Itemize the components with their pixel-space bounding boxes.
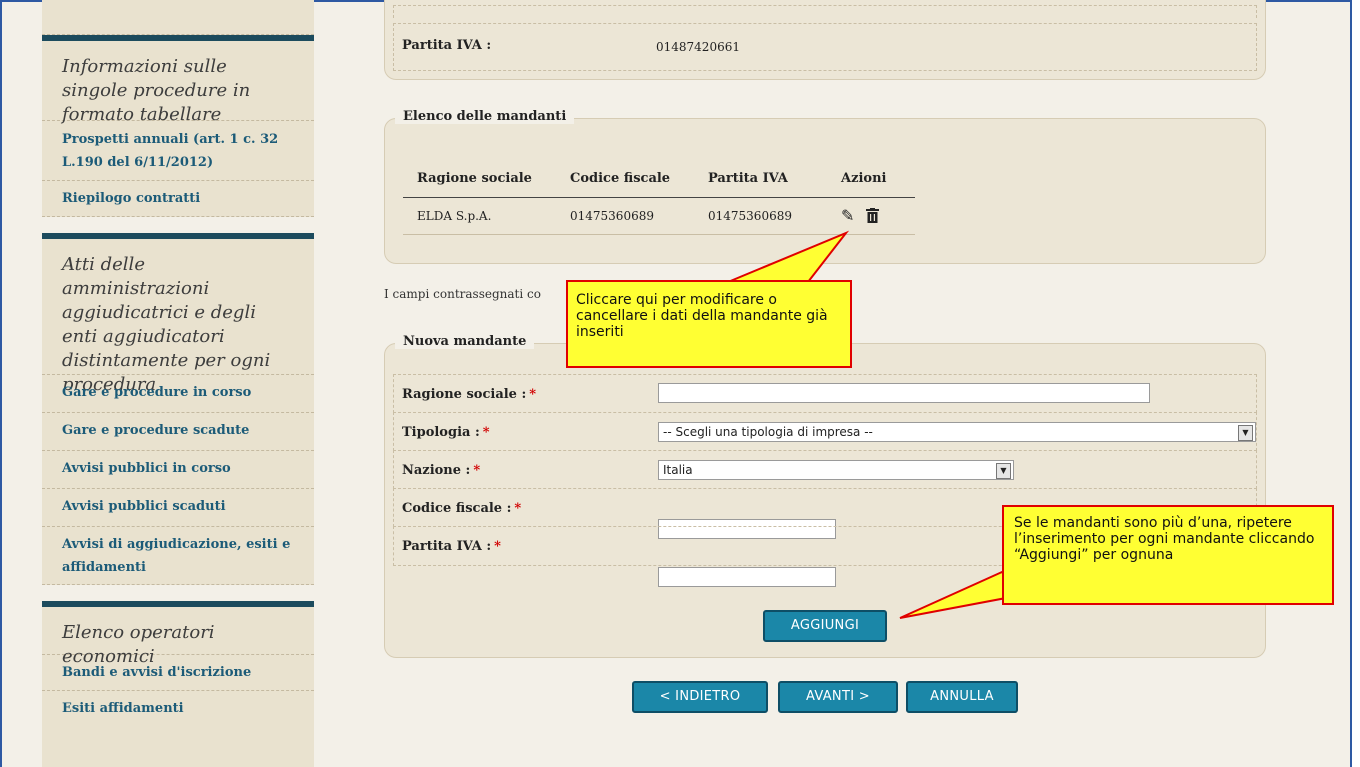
callout-pointers [727,230,1024,619]
edit-callout: Cliccare qui per modificare o cancellare… [566,280,852,368]
add-callout: Se le mandanti sono più d’una, ripetere … [1002,505,1334,605]
